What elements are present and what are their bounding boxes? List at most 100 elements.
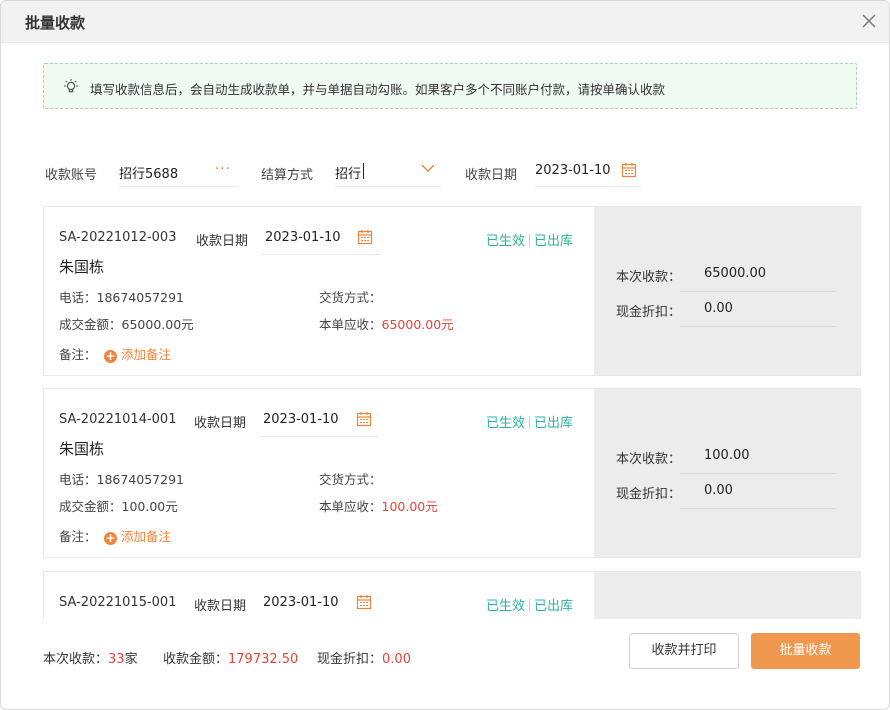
status-effective: 已生效 (486, 416, 526, 431)
delivery-label: 交货方式： (319, 290, 382, 305)
date-label: 收款日期 (465, 168, 518, 183)
deal-amount-label: 成交金额： (59, 317, 122, 332)
footer-discount: 现金折扣：0.00 (317, 648, 411, 667)
receipt-date-label: 收款日期 (194, 599, 247, 614)
footer-amount-value: 179732.50 (228, 652, 299, 667)
deal-amount-row: 成交金额：100.00元 (59, 496, 178, 515)
receive-row: 本次收款： 100.00 (616, 439, 836, 474)
footer-amount-label: 收款金额： (163, 652, 229, 667)
method-select[interactable]: 招行 (335, 151, 441, 187)
receive-amount-input[interactable]: 65000.00 (680, 257, 836, 292)
order-info: SA-20221014-001 收款日期 2023-01-10 已生效 已出库 朱… (44, 389, 594, 557)
account-value: 招行5688 (119, 167, 179, 182)
dialog-title: 批量收款 (25, 14, 86, 32)
calendar-icon[interactable] (621, 162, 637, 178)
receive-amount-input[interactable]: 100.00 (680, 439, 836, 474)
status-badges: 已生效 已出库 (486, 412, 573, 431)
note-label: 备注： (59, 529, 97, 544)
date-field[interactable]: 2023-01-10 (535, 151, 641, 187)
discount-input[interactable]: 0.00 (680, 474, 836, 509)
receive-and-print-button[interactable]: 收款并打印 (629, 633, 739, 669)
receipt-panel (594, 572, 860, 619)
close-icon[interactable] (859, 11, 879, 31)
note-label: 备注： (59, 347, 97, 362)
receipt-panel: 本次收款： 100.00 现金折扣： 0.00 (594, 389, 860, 557)
receive-row: 本次收款： 65000.00 (616, 257, 836, 292)
customer-name: 朱国栋 (59, 258, 105, 276)
receipt-date-value: 2023-01-10 (263, 595, 339, 610)
calendar-icon[interactable] (357, 229, 373, 245)
receive-label: 本次收款： (616, 270, 682, 285)
due-amount-row: 本单应收：100.00元 (319, 496, 438, 515)
footer-discount-value: 0.00 (382, 652, 411, 667)
order-info: SA-20221012-003 收款日期 2023-01-10 已生效 已出库 朱… (44, 207, 594, 375)
due-amount-label: 本单应收： (319, 499, 382, 514)
lightbulb-icon (64, 79, 78, 93)
status-shipped: 已出库 (534, 234, 574, 249)
plus-circle-icon: + (104, 349, 117, 363)
discount-row: 现金折扣： 0.00 (616, 292, 836, 327)
method-value: 招行 (335, 167, 362, 182)
method-label: 结算方式 (261, 168, 314, 183)
status-divider (529, 416, 531, 429)
receipt-date-field[interactable]: 2023-01-10 (260, 586, 378, 619)
calendar-icon[interactable] (356, 594, 372, 610)
batch-receive-button[interactable]: 批量收款 (751, 633, 860, 669)
status-shipped: 已出库 (534, 416, 574, 431)
deal-amount-label: 成交金额： (59, 499, 122, 514)
footer-count: 本次收款：33家 (43, 648, 138, 667)
order-number: SA-20221014-001 (59, 412, 177, 427)
order-number: SA-20221015-001 (59, 595, 177, 610)
footer-count-value: 33 (108, 652, 125, 667)
phone-value: 18674057291 (96, 290, 184, 305)
footer-count-label: 本次收款： (43, 652, 109, 667)
phone-label: 电话： (59, 472, 97, 487)
due-amount-row: 本单应收：65000.00元 (319, 314, 454, 333)
phone-label: 电话： (59, 290, 97, 305)
tip-text: 填写收款信息后，会自动生成收款单，并与单据自动勾账。如果客户多个不同账户付款，请… (90, 82, 666, 97)
receipt-date-field[interactable]: 2023-01-10 (260, 403, 378, 437)
discount-input[interactable]: 0.00 (680, 292, 836, 327)
add-note-button[interactable]: + 添加备注 (104, 344, 171, 363)
order-card: SA-20221014-001 收款日期 2023-01-10 已生效 已出库 朱… (43, 388, 861, 558)
footer-discount-label: 现金折扣： (317, 652, 383, 667)
delivery-row: 交货方式： (319, 287, 382, 306)
discount-label: 现金折扣： (616, 305, 682, 320)
account-field[interactable]: 招行5688 ··· (119, 151, 237, 187)
plus-circle-icon: + (104, 531, 117, 545)
chevron-down-icon[interactable] (421, 163, 435, 173)
deal-amount-value: 65000.00元 (121, 317, 194, 332)
order-card: SA-20221012-003 收款日期 2023-01-10 已生效 已出库 朱… (43, 206, 861, 376)
status-badges: 已生效 已出库 (486, 595, 573, 614)
discount-value: 0.00 (704, 301, 733, 316)
receipt-date-value: 2023-01-10 (265, 230, 341, 245)
receive-label: 本次收款： (616, 452, 682, 467)
receipt-date-value: 2023-01-10 (263, 412, 339, 427)
footer-count-unit: 家 (124, 652, 138, 667)
due-amount-value: 65000.00元 (381, 317, 454, 332)
due-amount-value: 100.00元 (381, 499, 438, 514)
add-note-button[interactable]: + 添加备注 (104, 526, 171, 545)
info-tip: 填写收款信息后，会自动生成收款单，并与单据自动勾账。如果客户多个不同账户付款，请… (43, 63, 857, 109)
more-icon[interactable]: ··· (215, 161, 231, 177)
order-list[interactable]: SA-20221012-003 收款日期 2023-01-10 已生效 已出库 朱… (43, 206, 861, 619)
calendar-icon[interactable] (356, 411, 372, 427)
add-note-label: 添加备注 (121, 529, 172, 544)
deal-amount-value: 100.00元 (121, 499, 178, 514)
text-cursor (363, 163, 364, 179)
footer-amount: 收款金额：179732.50 (163, 648, 298, 667)
receive-amount-value: 65000.00 (704, 266, 767, 281)
receipt-date-label: 收款日期 (196, 234, 249, 249)
receive-amount-value: 100.00 (704, 448, 750, 463)
deal-amount-row: 成交金额：65000.00元 (59, 314, 194, 333)
phone-row: 电话：18674057291 (59, 287, 184, 306)
status-effective: 已生效 (486, 234, 526, 249)
dialog-header: 批量收款 (1, 1, 889, 43)
receipt-date-label: 收款日期 (194, 416, 247, 431)
delivery-row: 交货方式： (319, 469, 382, 488)
order-card: SA-20221015-001 收款日期 2023-01-10 已生效 已出库 (43, 571, 861, 619)
add-note-label: 添加备注 (121, 347, 172, 362)
discount-label: 现金折扣： (616, 487, 682, 502)
order-info: SA-20221015-001 收款日期 2023-01-10 已生效 已出库 (44, 572, 594, 619)
receipt-date-field[interactable]: 2023-01-10 (262, 221, 380, 255)
